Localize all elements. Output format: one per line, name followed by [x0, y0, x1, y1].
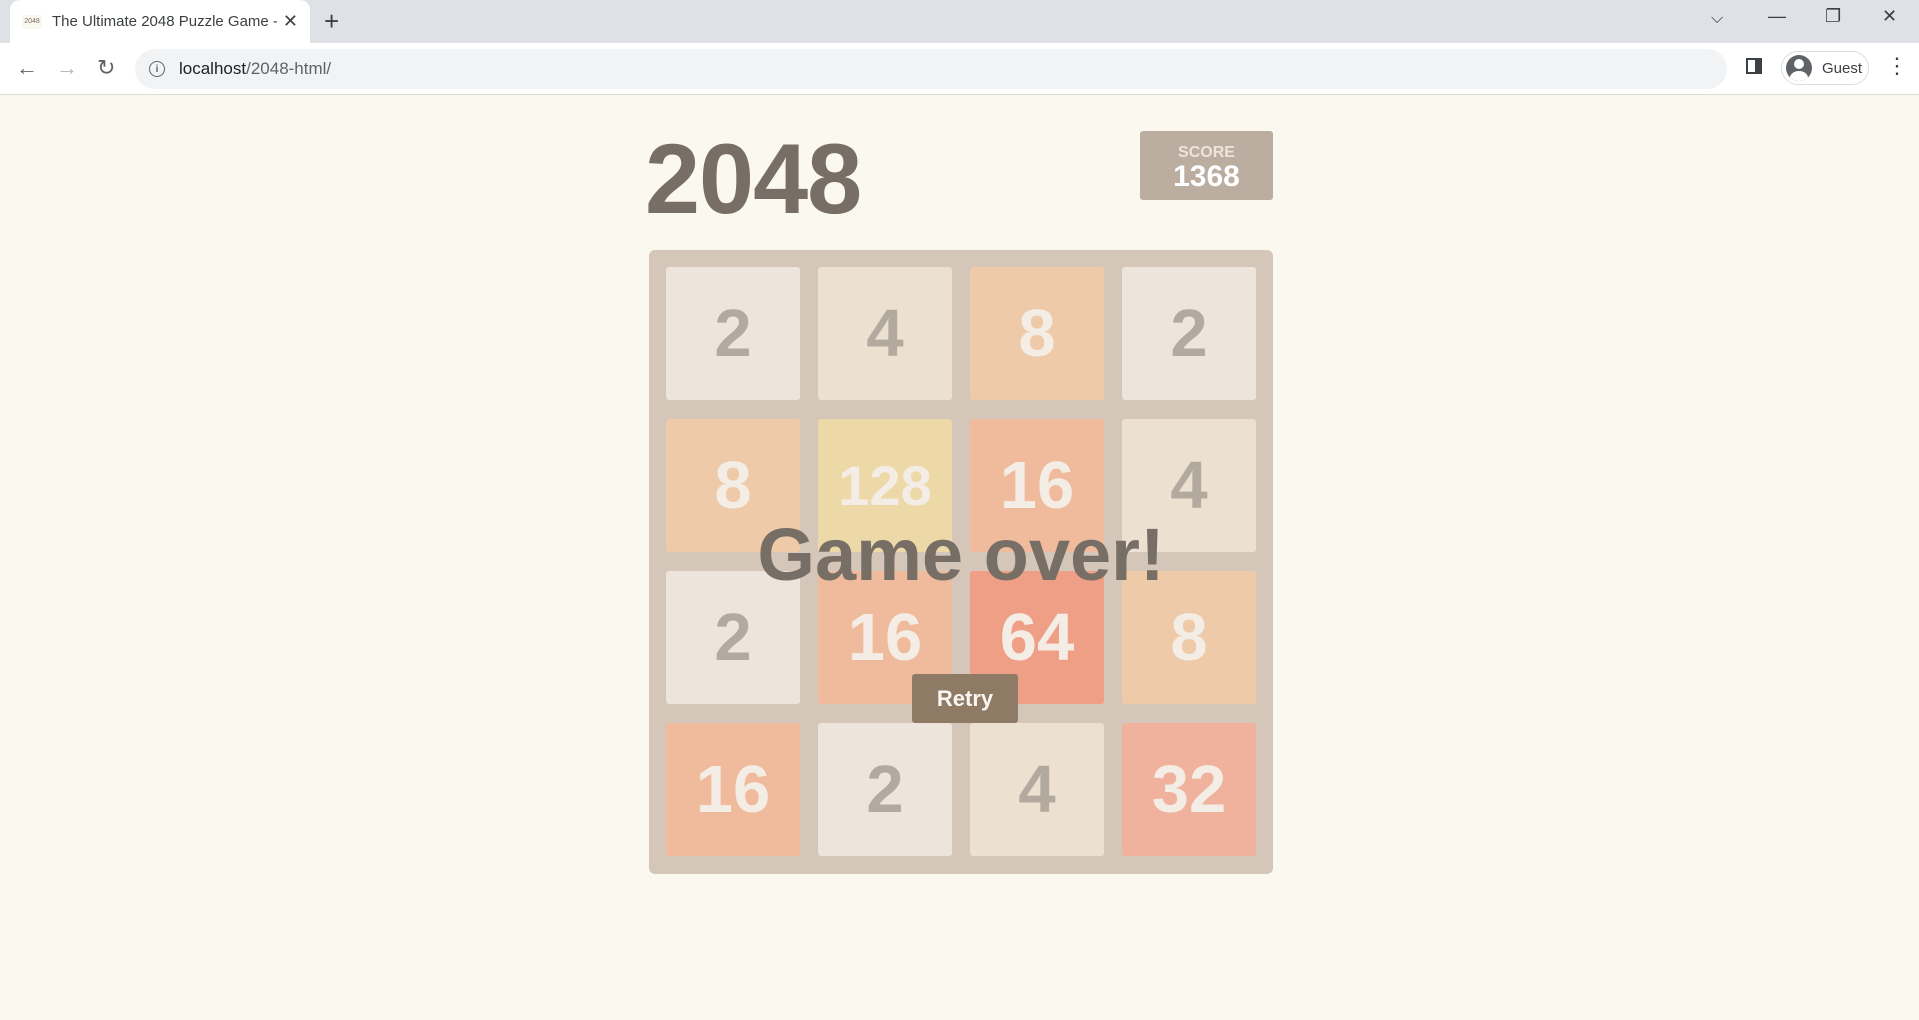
- game-board: 2 4 8 2 8 128 16 4 2 16 64 8 16 2 4 32 Game over! Retry: [649, 250, 1273, 874]
- tab-title: The Ultimate 2048 Puzzle Game -: [52, 13, 277, 30]
- tab-search-chevron-icon[interactable]: ⌵: [1711, 10, 1723, 28]
- profile-button[interactable]: Guest: [1781, 51, 1869, 85]
- score-box: SCORE 1368: [1140, 131, 1273, 200]
- close-tab-icon[interactable]: ✕: [283, 11, 298, 32]
- score-value: 1368: [1173, 160, 1240, 193]
- site-info-icon[interactable]: i: [149, 61, 165, 77]
- profile-label: Guest: [1822, 59, 1863, 77]
- close-window-button[interactable]: ✕: [1882, 6, 1897, 27]
- game-over-overlay: Game over! Retry: [649, 250, 1273, 874]
- browser-tab[interactable]: 2048 The Ultimate 2048 Puzzle Game - ✕: [10, 0, 310, 43]
- tab-strip: 2048 The Ultimate 2048 Puzzle Game - ✕ +…: [0, 0, 1919, 43]
- back-button[interactable]: ←: [16, 55, 38, 81]
- retry-button[interactable]: Retry: [912, 674, 1018, 723]
- url-host: localhost: [179, 59, 247, 78]
- menu-icon[interactable]: ⋮: [1886, 53, 1908, 79]
- minimize-button[interactable]: —: [1768, 6, 1786, 27]
- game-title: 2048: [645, 123, 862, 234]
- restore-button[interactable]: ❐: [1825, 6, 1841, 27]
- address-bar[interactable]: i localhost/2048-html/: [135, 49, 1727, 89]
- avatar-icon: [1786, 55, 1812, 81]
- url-path: /2048-html/: [246, 59, 332, 78]
- new-tab-button[interactable]: +: [324, 6, 339, 37]
- forward-button[interactable]: →: [56, 55, 78, 81]
- game-over-message: Game over!: [757, 513, 1165, 596]
- side-panel-icon[interactable]: [1746, 58, 1762, 74]
- browser-toolbar: ← → ↻ i localhost/2048-html/ Guest ⋮: [0, 43, 1919, 95]
- reload-button[interactable]: ↻: [97, 55, 115, 81]
- favicon-icon: 2048: [22, 14, 42, 29]
